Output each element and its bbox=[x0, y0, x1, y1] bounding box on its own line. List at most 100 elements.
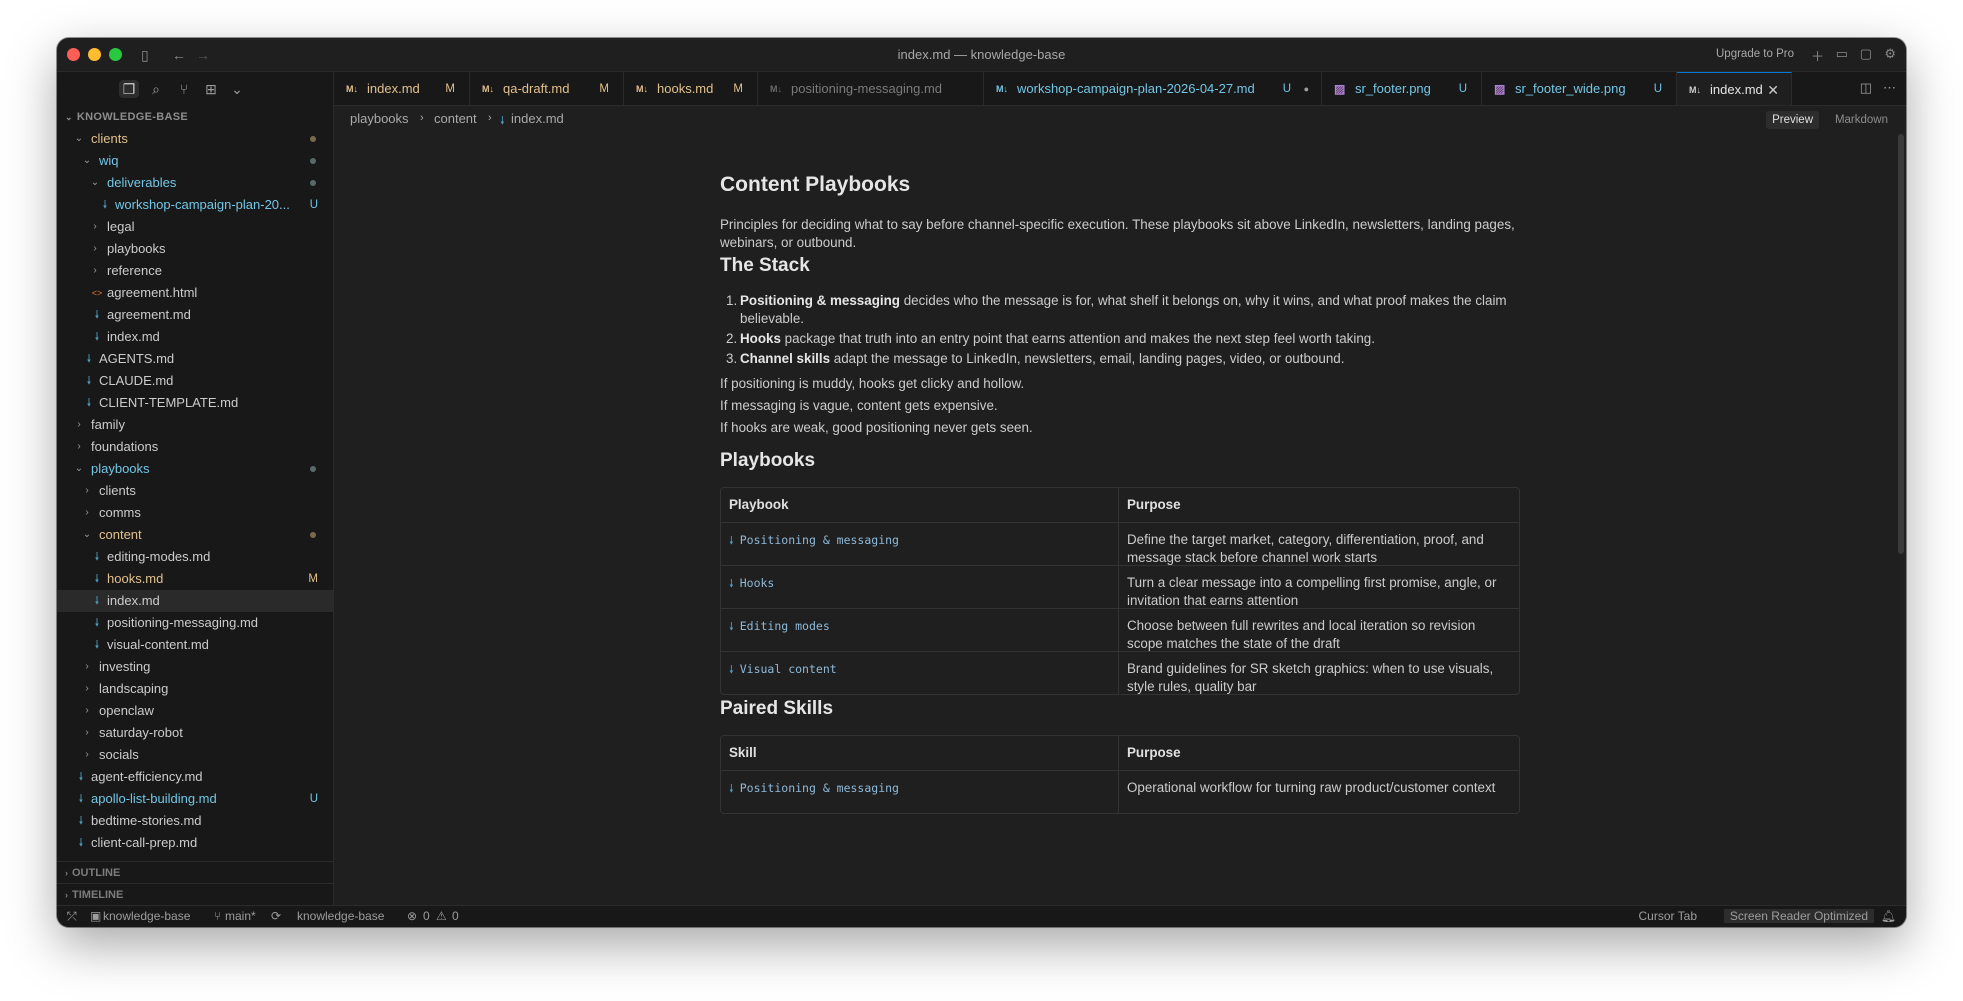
tree-folder[interactable]: › openclaw bbox=[57, 700, 333, 722]
tree-folder[interactable]: › foundations bbox=[57, 436, 333, 458]
tree-file[interactable]: 🠗 editing-modes.md bbox=[57, 546, 333, 568]
layout-panel-icon[interactable]: ▭ bbox=[1836, 46, 1848, 62]
more-actions-icon[interactable]: ⋯ bbox=[1883, 80, 1896, 96]
tree-folder[interactable]: › socials bbox=[57, 744, 333, 766]
source-control-icon[interactable]: ⑂ bbox=[174, 80, 194, 98]
error-count[interactable]: 0 bbox=[423, 909, 430, 923]
upgrade-to-pro-link[interactable]: Upgrade to Pro bbox=[1716, 48, 1794, 60]
workspace-name-status[interactable]: knowledge-base bbox=[297, 909, 384, 923]
tree-folder[interactable]: ⌄ deliverables bbox=[57, 172, 333, 194]
editor-tab[interactable]: M↓ index.md M bbox=[334, 72, 470, 105]
table-cell: Operational workflow for turning raw pro… bbox=[1127, 780, 1496, 795]
playbook-link[interactable]: 🠗 Positioning & messaging bbox=[729, 533, 899, 547]
editor-scrollbar[interactable] bbox=[1898, 134, 1904, 554]
chevron-right-icon: › bbox=[93, 243, 97, 254]
tree-file[interactable]: 🠗 client-call-prep.md bbox=[57, 832, 333, 854]
table-cell: 🠗 Visual content bbox=[721, 652, 1119, 694]
tree-file[interactable]: 🠗 CLIENT-TEMPLATE.md bbox=[57, 392, 333, 414]
tree-item-label: apollo-list-building.md bbox=[91, 791, 217, 806]
plus-icon[interactable]: ＋ bbox=[1811, 46, 1824, 65]
tree-file[interactable]: 🠗 positioning-messaging.md bbox=[57, 612, 333, 634]
explorer-section-header[interactable]: ⌄ KNOWLEDGE-BASE bbox=[57, 106, 333, 128]
editor-tab[interactable]: ▨ sr_footer.png U bbox=[1322, 72, 1482, 105]
tree-file[interactable]: 🠗 CLAUDE.md bbox=[57, 370, 333, 392]
warning-count[interactable]: 0 bbox=[452, 909, 459, 923]
tree-folder[interactable]: › family bbox=[57, 414, 333, 436]
split-editor-icon[interactable]: ◫ bbox=[1860, 80, 1872, 96]
markdown-file-icon: M↓ bbox=[996, 84, 1008, 94]
tree-file[interactable]: 🠗 agreement.md bbox=[57, 304, 333, 326]
tree-file[interactable]: 🠗 index.md bbox=[57, 326, 333, 348]
chat-icon[interactable]: ▢ bbox=[1860, 46, 1872, 62]
bell-icon[interactable]: 🔔︎ bbox=[1881, 909, 1896, 923]
tree-file[interactable]: 🠗 agent-efficiency.md bbox=[57, 766, 333, 788]
chevron-right-icon: › bbox=[85, 727, 89, 738]
tree-folder[interactable]: › landscaping bbox=[57, 678, 333, 700]
tree-folder[interactable]: ⌄ playbooks bbox=[57, 458, 333, 480]
repo-name[interactable]: knowledge-base bbox=[103, 909, 190, 923]
outline-section[interactable]: › OUTLINE bbox=[57, 861, 334, 883]
cursor-tab-status[interactable]: Cursor Tab bbox=[1639, 909, 1697, 923]
image-file-icon: ▨ bbox=[1334, 82, 1346, 96]
tree-file[interactable]: 🠗 hooks.md M bbox=[57, 568, 333, 590]
search-icon[interactable]: ⌕ bbox=[146, 80, 166, 98]
markdown-mode-button[interactable]: Markdown bbox=[1829, 111, 1894, 129]
tree-folder[interactable]: › saturday-robot bbox=[57, 722, 333, 744]
tree-folder[interactable]: ⌄ clients bbox=[57, 128, 333, 150]
unsaved-dot-icon[interactable]: ● bbox=[1304, 72, 1309, 105]
breadcrumb-item-content[interactable]: content bbox=[434, 111, 477, 126]
markdown-file-icon: M↓ bbox=[482, 84, 494, 94]
screen-reader-status[interactable]: Screen Reader Optimized bbox=[1723, 909, 1874, 923]
tree-folder[interactable]: › playbooks bbox=[57, 238, 333, 260]
outline-label: OUTLINE bbox=[72, 867, 121, 879]
playbook-link[interactable]: 🠗 Positioning & messaging bbox=[729, 781, 899, 795]
markdown-file-icon: 🠗 bbox=[86, 397, 92, 409]
tree-item-label: landscaping bbox=[99, 681, 169, 696]
tree-folder[interactable]: › investing bbox=[57, 656, 333, 678]
breadcrumb-item-playbooks[interactable]: playbooks bbox=[350, 111, 409, 126]
tree-file[interactable]: <> agreement.html bbox=[57, 282, 333, 304]
tree-file[interactable]: 🠗 bedtime-stories.md bbox=[57, 810, 333, 832]
editor-tab[interactable]: M↓ positioning-messaging.md bbox=[758, 72, 984, 105]
markdown-file-icon: 🠗 bbox=[102, 199, 108, 211]
files-icon[interactable]: ❐ bbox=[119, 80, 139, 98]
table-header-cell: Skill bbox=[721, 736, 1119, 770]
playbook-link[interactable]: 🠗 Hooks bbox=[729, 576, 774, 590]
modified-dot bbox=[310, 158, 316, 164]
close-tab-icon[interactable]: ✕ bbox=[1767, 73, 1779, 105]
tree-file[interactable]: 🠗 workshop-campaign-plan-20... U bbox=[57, 194, 333, 216]
editor-tab[interactable]: M↓ qa-draft.md M bbox=[470, 72, 624, 105]
branch-name[interactable]: main* bbox=[225, 909, 256, 923]
breadcrumb-item-file[interactable]: index.md bbox=[511, 111, 564, 126]
sidebar-toolbar: ❐ ⌕ ⑂ ⊞ ⌄ bbox=[57, 72, 333, 106]
timeline-section[interactable]: › TIMELINE bbox=[57, 883, 334, 905]
tree-item-label: deliverables bbox=[107, 175, 177, 190]
tree-folder[interactable]: ⌄ content bbox=[57, 524, 333, 546]
extensions-icon[interactable]: ⊞ bbox=[201, 80, 221, 98]
tree-folder[interactable]: › legal bbox=[57, 216, 333, 238]
playbook-link[interactable]: 🠗 Visual content bbox=[729, 662, 837, 676]
tree-folder[interactable]: ⌄ wiq bbox=[57, 150, 333, 172]
tree-file[interactable]: 🠗 index.md bbox=[57, 590, 333, 612]
editor-tab[interactable]: M↓ index.md ✕ bbox=[1677, 72, 1792, 105]
gear-icon[interactable]: ⚙ bbox=[1884, 46, 1896, 62]
sync-icon[interactable]: ⟳ bbox=[271, 909, 281, 923]
table-cell: 🠗 Positioning & messaging bbox=[721, 771, 1119, 813]
editor-tab[interactable]: M↓ workshop-campaign-plan-2026-04-27.md U ● bbox=[984, 72, 1322, 105]
playbook-link[interactable]: 🠗 Editing modes bbox=[729, 619, 830, 633]
preview-mode-button[interactable]: Preview bbox=[1766, 111, 1819, 129]
editor-tab[interactable]: M↓ hooks.md M bbox=[624, 72, 758, 105]
tree-file[interactable]: 🠗 visual-content.md bbox=[57, 634, 333, 656]
remote-icon[interactable]: ⤱ bbox=[67, 909, 77, 924]
tree-item-label: CLAUDE.md bbox=[99, 373, 174, 388]
chevron-down-icon[interactable]: ⌄ bbox=[227, 80, 247, 98]
tree-folder[interactable]: › reference bbox=[57, 260, 333, 282]
chevron-right-icon: › bbox=[77, 441, 81, 452]
tree-folder[interactable]: › comms bbox=[57, 502, 333, 524]
list-number: 2. bbox=[726, 331, 738, 346]
editor-tab[interactable]: ▨ sr_footer_wide.png U bbox=[1482, 72, 1677, 105]
tree-file[interactable]: 🠗 apollo-list-building.md U bbox=[57, 788, 333, 810]
tree-folder[interactable]: › clients bbox=[57, 480, 333, 502]
tree-file[interactable]: 🠗 AGENTS.md bbox=[57, 348, 333, 370]
chevron-right-icon: › bbox=[85, 749, 89, 760]
